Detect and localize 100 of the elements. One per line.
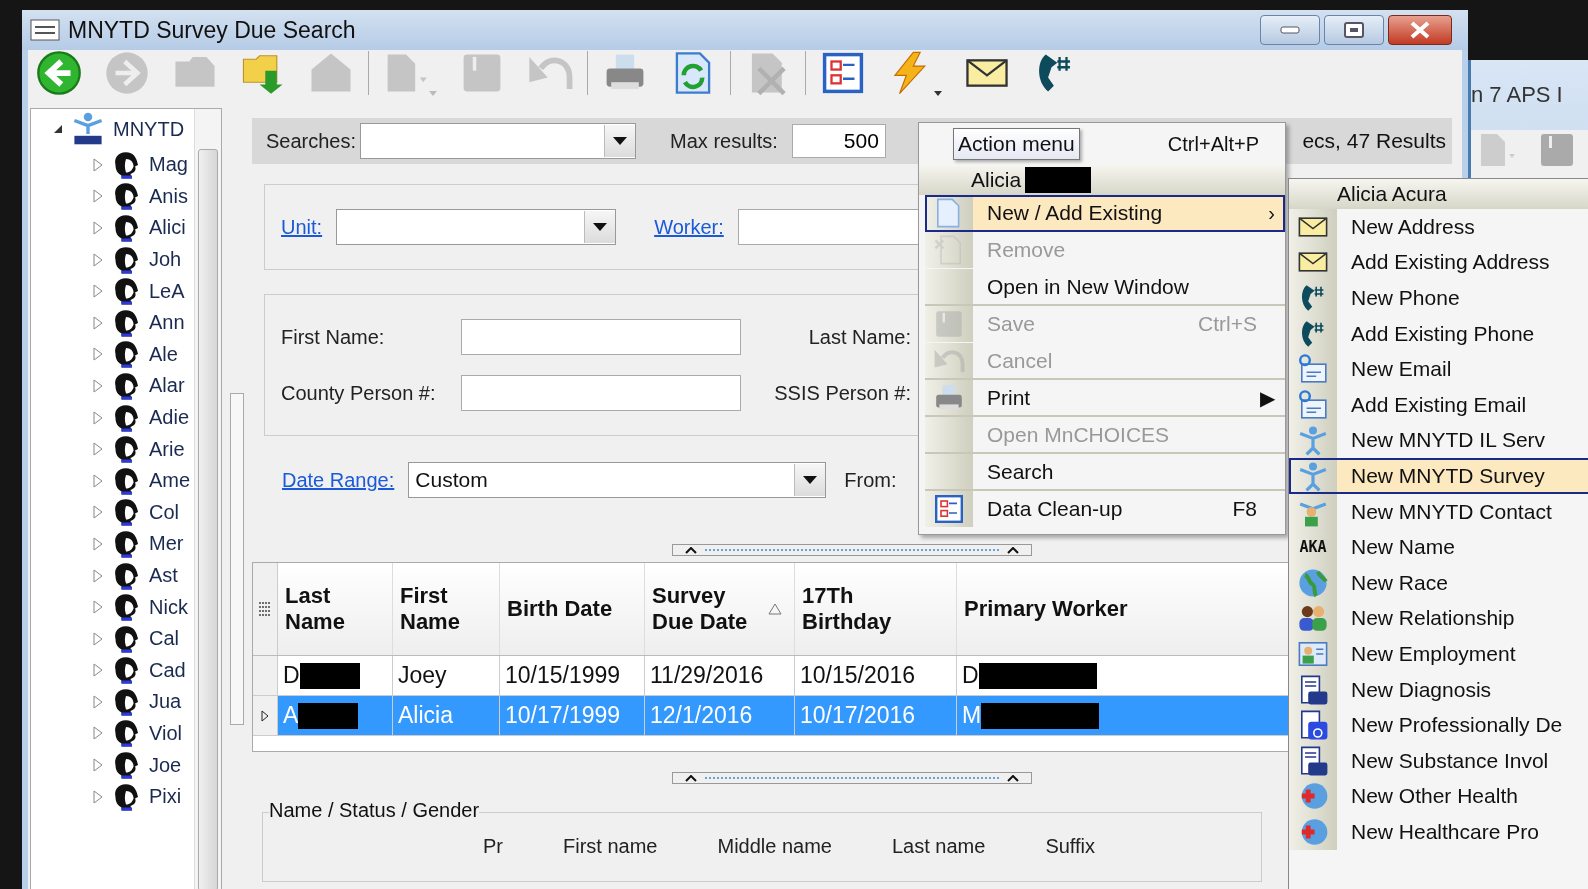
tree-item[interactable]: Mag <box>149 153 188 177</box>
table-cell: A <box>283 702 299 729</box>
menu-item[interactable]: New MNYTD IL Serv <box>1289 422 1588 459</box>
menu-title: Alicia <box>971 168 1022 192</box>
menu-item[interactable]: New Other Health <box>1289 778 1588 815</box>
date-range-link[interactable]: Date Range: <box>282 468 395 492</box>
county-person-field[interactable] <box>461 375 741 411</box>
app-logo-icon <box>30 17 60 43</box>
tree-item[interactable]: MNYTD <box>113 117 185 141</box>
expander-icon[interactable] <box>53 124 63 134</box>
tree-item[interactable]: Joe <box>149 753 182 777</box>
tree-item[interactable]: LeA <box>149 279 185 303</box>
sort-arrow-icon <box>768 603 782 615</box>
tree-item[interactable]: Nick <box>149 595 188 619</box>
menu-item[interactable]: New Phone <box>1289 280 1588 316</box>
minimize-button[interactable] <box>1260 15 1320 45</box>
close-button[interactable] <box>1388 15 1452 45</box>
tree-item[interactable]: Jua <box>149 690 182 714</box>
maximize-icon <box>1344 22 1364 38</box>
menu-item[interactable]: New Substance Invol <box>1289 742 1588 779</box>
table-cell: 10/15/1999 <box>505 662 621 689</box>
tree-item[interactable]: Viol <box>149 722 182 745</box>
menu-item[interactable]: Search <box>925 454 1285 491</box>
worker-link[interactable]: Worker: <box>654 215 724 239</box>
splitter-handle[interactable] <box>672 544 1032 556</box>
table-cell: 10/15/2016 <box>800 662 916 689</box>
menu-item[interactable]: AKA New Name <box>1289 529 1588 565</box>
email-icon <box>1297 353 1329 386</box>
column-header[interactable]: Survey Due Date <box>645 563 795 655</box>
shortcut-label: Ctrl+Alt+P <box>1167 132 1259 156</box>
menu-item[interactable]: New Address <box>1289 209 1588 245</box>
menu-item[interactable]: New Race <box>1289 564 1588 601</box>
field-label: Middle name <box>717 835 832 858</box>
menu-item[interactable]: New Healthcare Pro <box>1289 814 1588 850</box>
tree-item[interactable]: Col <box>149 500 179 524</box>
table-cell: D <box>962 662 979 689</box>
splitter-handle[interactable] <box>230 393 244 725</box>
menu-item[interactable]: Add Existing Email <box>1289 386 1588 423</box>
first-name-field[interactable] <box>461 319 741 355</box>
caret-icon <box>613 137 628 145</box>
searches-dropdown[interactable] <box>360 123 637 159</box>
tree-item[interactable]: Cal <box>149 627 179 651</box>
tree-item[interactable]: Ale <box>149 342 178 366</box>
menu-item[interactable]: Add Existing Phone <box>1289 315 1588 352</box>
tree-item[interactable]: Cad <box>149 658 186 682</box>
menu-item[interactable]: Print ▶ <box>925 380 1285 417</box>
caret-icon <box>803 476 818 484</box>
tooltip: Action menu <box>953 128 1080 160</box>
table-cell: 10/17/2016 <box>800 702 916 729</box>
menu-item[interactable]: Data Clean-up F8 <box>925 491 1285 528</box>
column-header[interactable]: Birth Date <box>500 563 645 655</box>
column-header[interactable]: Last Name <box>278 563 393 655</box>
person-icon <box>1297 459 1329 492</box>
menu-item[interactable]: New Email <box>1289 351 1588 387</box>
menu-item[interactable]: New / Add Existing › <box>925 195 1285 232</box>
field-label: Suffix <box>1045 835 1096 858</box>
person-icon <box>1297 424 1329 457</box>
tree-item[interactable]: Ann <box>149 311 185 335</box>
tree-item[interactable]: Ame <box>149 469 191 493</box>
caret-icon <box>685 546 697 554</box>
tree-item[interactable]: Joh <box>149 248 182 272</box>
field-label: County Person #: <box>281 381 437 405</box>
tree-item[interactable]: Pixi <box>149 785 182 809</box>
tree-item[interactable]: Arie <box>149 437 185 461</box>
person-due-icon <box>71 112 105 146</box>
save-icon <box>933 308 965 340</box>
column-chooser-icon[interactable] <box>259 601 271 617</box>
table-cell: M <box>962 702 982 729</box>
caret-icon <box>685 774 697 782</box>
splitter-handle[interactable] <box>672 772 1032 784</box>
tree-item[interactable]: Mer <box>149 532 184 556</box>
tree-item[interactable]: Alici <box>149 216 186 240</box>
minimize-icon <box>1280 26 1300 34</box>
scrollbar[interactable] <box>194 109 221 889</box>
menu-item[interactable]: New Relationship <box>1289 600 1588 637</box>
menu-item[interactable]: Open in New Window <box>925 269 1285 306</box>
tree-item[interactable]: Anis <box>149 184 188 208</box>
tree-item[interactable]: Adie <box>149 406 190 430</box>
max-results-field[interactable]: 500 <box>791 124 886 158</box>
tree-item[interactable]: Alar <box>149 374 185 398</box>
unit-link[interactable]: Unit: <box>281 215 323 239</box>
table-cell: D <box>283 662 300 689</box>
tree-item[interactable]: Ast <box>149 564 178 587</box>
current-row-icon <box>261 709 269 722</box>
table-cell: 11/29/2016 <box>650 662 764 689</box>
field-label: Max results: <box>670 129 778 153</box>
maximize-button[interactable] <box>1324 15 1384 45</box>
column-header[interactable]: First Name <box>393 563 500 655</box>
date-range-dropdown[interactable]: Custom <box>408 462 827 498</box>
toolbar-button[interactable] <box>820 50 866 96</box>
unit-dropdown[interactable] <box>336 209 617 245</box>
toolbar-button[interactable] <box>36 50 82 96</box>
submenu-arrow: › <box>1268 201 1275 225</box>
menu-item[interactable]: New MNYTD Survey <box>1289 458 1588 494</box>
table-cell: 12/1/2016 <box>650 702 753 729</box>
menu-item[interactable]: Add Existing Address <box>1289 244 1588 281</box>
column-header[interactable]: 17Th Birthday <box>795 563 957 655</box>
menu-item[interactable]: New MNYTD Contact <box>1289 493 1588 530</box>
table-cell: 10/17/1999 <box>505 702 621 729</box>
scroll-thumb[interactable] <box>198 149 218 889</box>
